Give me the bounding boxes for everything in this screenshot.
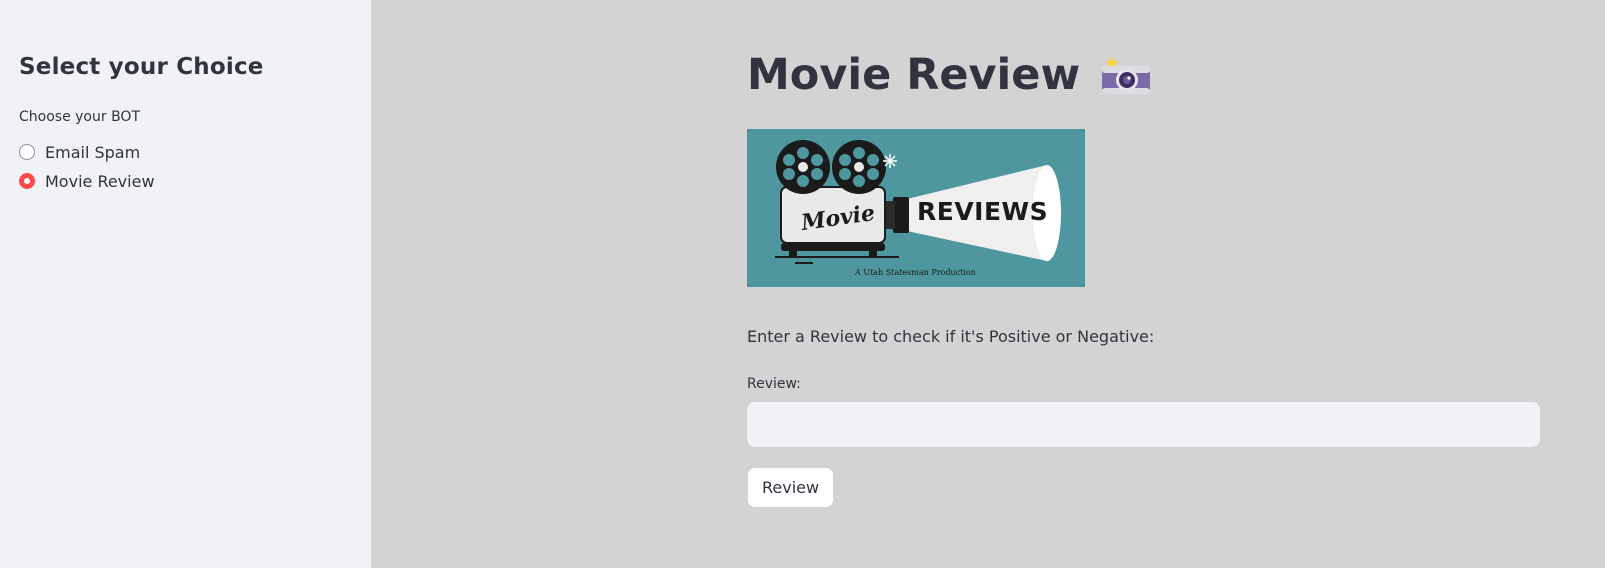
radio-button-unselected[interactable] (19, 144, 35, 160)
page-title-text: Movie Review (747, 50, 1081, 100)
radio-button-selected[interactable] (19, 173, 35, 189)
banner-credit: A Utah Statesman Production (855, 268, 976, 277)
radio-option-email-spam[interactable]: Email Spam (19, 140, 140, 164)
radio-option-label: Email Spam (45, 142, 141, 162)
bot-radio-group-label: Choose your BOT (19, 109, 140, 125)
camera-with-flash-icon (1100, 52, 1152, 98)
radio-option-label: Movie Review (45, 171, 155, 191)
banner-brand-text: REVIEWS (917, 197, 1049, 226)
radio-option-movie-review[interactable]: Movie Review (19, 169, 155, 193)
instruction-text: Enter a Review to check if it's Positive… (747, 327, 1155, 346)
page-title: Movie Review (747, 50, 1152, 100)
review-button[interactable]: Review (747, 467, 835, 508)
review-input-label: Review: (747, 376, 801, 392)
review-input[interactable] (747, 402, 1540, 447)
sidebar-title: Select your Choice (19, 54, 264, 80)
movie-reviews-banner-image: Movie REVIEWS A Utah Statesman Productio… (747, 129, 1085, 287)
sidebar: Select your Choice Choose your BOT Email… (0, 0, 371, 568)
